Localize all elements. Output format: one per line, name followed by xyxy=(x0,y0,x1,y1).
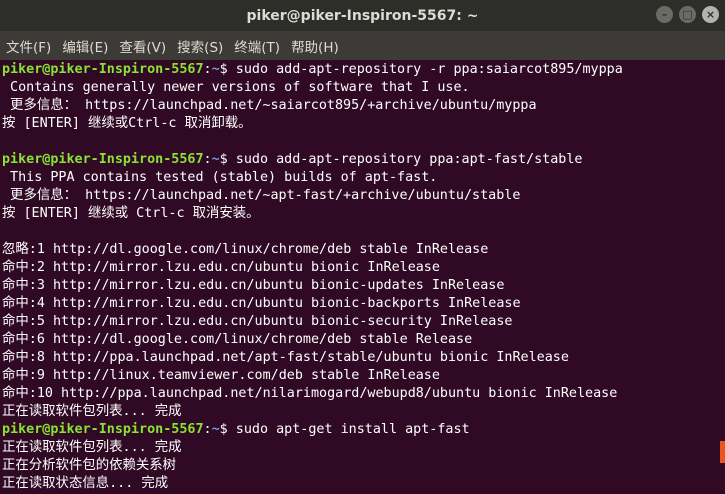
scrollbar-thumb[interactable] xyxy=(720,441,725,463)
output-line: 命中:9 http://linux.teamviewer.com/deb sta… xyxy=(2,368,440,383)
close-icon[interactable]: × xyxy=(702,6,719,23)
maximize-icon[interactable]: □ xyxy=(679,6,696,23)
menu-file[interactable]: 文件(F) xyxy=(2,36,55,56)
command-text: $ sudo add-apt-repository -r ppa:saiarco… xyxy=(219,62,623,77)
prompt-path: ~ xyxy=(211,422,220,437)
menu-bar: 文件(F) 编辑(E) 查看(V) 搜索(S) 终端(T) 帮助(H) xyxy=(0,31,725,60)
menu-view[interactable]: 查看(V) xyxy=(115,36,170,56)
menu-search[interactable]: 搜索(S) xyxy=(173,36,227,56)
output-line: 忽略:1 http://dl.google.com/linux/chrome/d… xyxy=(2,242,489,257)
output-line: 命中:2 http://mirror.lzu.edu.cn/ubuntu bio… xyxy=(2,260,440,275)
output-line: 命中:5 http://mirror.lzu.edu.cn/ubuntu bio… xyxy=(2,314,513,329)
prompt-line: piker@piker-Inspiron-5567:~$ sudo apt-ge… xyxy=(2,421,702,439)
menu-help[interactable]: 帮助(H) xyxy=(287,36,343,56)
prompt-separator: : xyxy=(203,422,212,437)
prompt-line: piker@piker-Inspiron-5567:~$ sudo add-ap… xyxy=(2,151,702,169)
prompt-user: piker@piker-Inspiron-5567 xyxy=(2,422,204,437)
output-line: 命中:8 http://ppa.launchpad.net/apt-fast/s… xyxy=(2,350,569,365)
minimize-icon[interactable]: – xyxy=(656,6,673,23)
output-line: 命中:4 http://mirror.lzu.edu.cn/ubuntu bio… xyxy=(2,296,521,311)
output-line: 正在分析软件包的依赖关系树 xyxy=(2,458,177,473)
output-line: This PPA contains tested (stable) builds… xyxy=(2,170,438,185)
prompt-separator: : xyxy=(203,62,212,77)
output-line: 按 [ENTER] 继续或 Ctrl-c 取消安装。 xyxy=(2,206,260,221)
prompt-path: ~ xyxy=(211,152,220,167)
output-line: 正在读取软件包列表... 完成 xyxy=(2,440,182,455)
prompt-separator: : xyxy=(203,152,212,167)
window-controls: – □ × xyxy=(656,6,719,23)
output-line: 正在读取软件包列表... 完成 xyxy=(2,404,182,419)
menu-terminal[interactable]: 终端(T) xyxy=(230,36,284,56)
output-line: 命中:10 http://ppa.launchpad.net/nilarimog… xyxy=(2,386,618,401)
window-title: piker@piker-Inspiron-5567: ~ xyxy=(246,7,479,24)
output-line: 命中:6 http://dl.google.com/linux/chrome/d… xyxy=(2,332,473,347)
output-line: 更多信息： https://launchpad.net/~saiarcot895… xyxy=(2,98,537,113)
prompt-path: ~ xyxy=(211,62,220,77)
output-line: Contains generally newer versions of sof… xyxy=(2,80,470,95)
output-line: 更多信息： https://launchpad.net/~apt-fast/+a… xyxy=(2,188,521,203)
prompt-user: piker@piker-Inspiron-5567 xyxy=(2,62,204,77)
output-line: 命中:3 http://mirror.lzu.edu.cn/ubuntu bio… xyxy=(2,278,505,293)
command-text: $ sudo add-apt-repository ppa:apt-fast/s… xyxy=(219,152,583,167)
title-bar[interactable]: piker@piker-Inspiron-5567: ~ – □ × xyxy=(0,0,725,31)
prompt-line: piker@piker-Inspiron-5567:~$ sudo add-ap… xyxy=(2,61,702,79)
menu-edit[interactable]: 编辑(E) xyxy=(58,36,112,56)
terminal-output[interactable]: piker@piker-Inspiron-5567:~$ sudo add-ap… xyxy=(2,61,702,494)
command-text: $ sudo apt-get install apt-fast xyxy=(219,422,470,437)
terminal-window: piker@piker-Inspiron-5567: ~ – □ × 文件(F)… xyxy=(0,0,725,494)
output-line: 正在读取状态信息... 完成 xyxy=(2,476,169,491)
output-line: 按 [ENTER] 继续或Ctrl-c 取消卸载。 xyxy=(2,116,252,131)
prompt-user: piker@piker-Inspiron-5567 xyxy=(2,152,204,167)
